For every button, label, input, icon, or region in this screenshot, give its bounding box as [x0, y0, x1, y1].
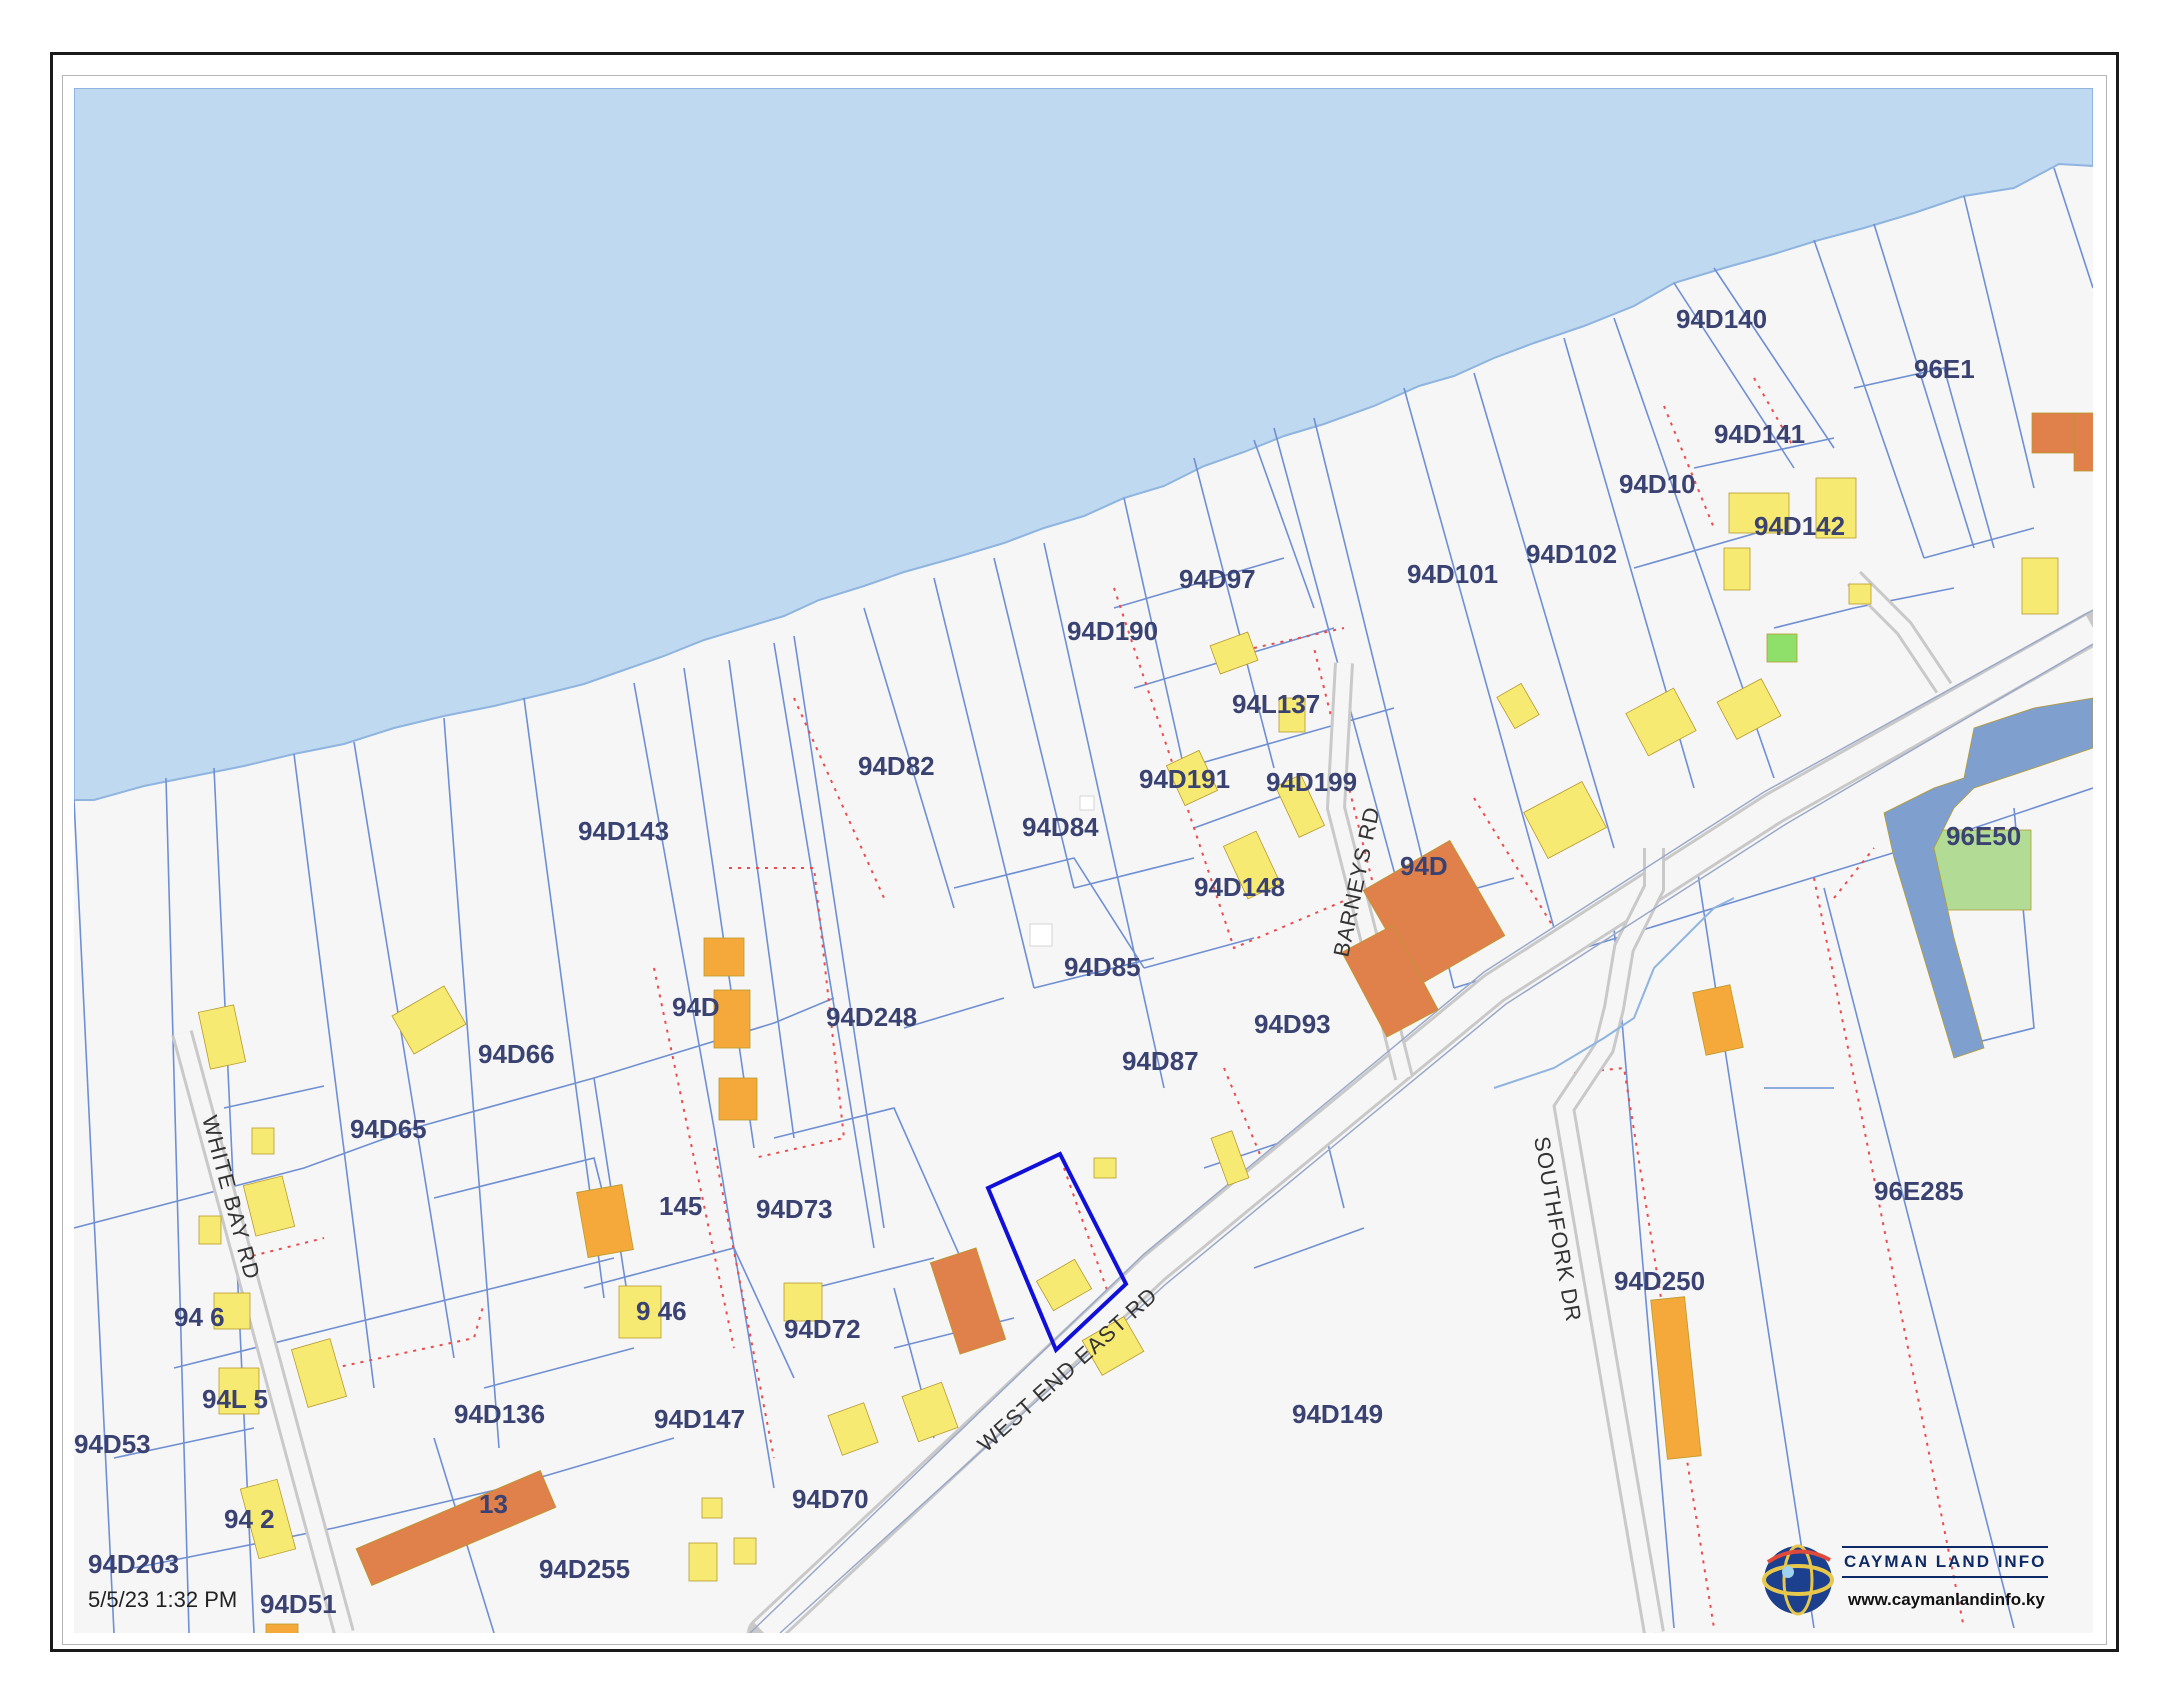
- globe-icon: [1762, 1544, 1834, 1616]
- parcel-label: 94D66: [478, 1039, 555, 1069]
- parcel-label: 94D250: [1614, 1266, 1705, 1296]
- building: [251, 1127, 275, 1155]
- building: [2021, 557, 2059, 615]
- parcel-label: 94D10: [1619, 469, 1696, 499]
- parcel-label: 94 2: [224, 1504, 275, 1534]
- building: [688, 1542, 718, 1582]
- parcel-map[interactable]: 94D140 96E1 94D141 94D10 94D142 94D102 9…: [74, 88, 2093, 1633]
- parcel-label: 94D70: [792, 1484, 869, 1514]
- building: [576, 1184, 634, 1258]
- parcel-label: 94D: [672, 992, 720, 1022]
- parcel-label: 94D142: [1754, 511, 1845, 541]
- building: [1766, 633, 1798, 663]
- building: [1210, 1130, 1250, 1186]
- building: [701, 1497, 723, 1519]
- parcel-label: 94D190: [1067, 616, 1158, 646]
- building: [929, 1247, 1007, 1355]
- parcel-label: 94D102: [1526, 539, 1617, 569]
- building: [1650, 1296, 1702, 1460]
- west-end-east-rd: [747, 611, 2093, 1633]
- roads: [171, 570, 2093, 1633]
- parcel-label: 94D148: [1194, 872, 1285, 902]
- building: [197, 1004, 247, 1070]
- building: [1716, 678, 1782, 740]
- parcel-label: 94D149: [1292, 1399, 1383, 1429]
- parcel-label: 94D84: [1022, 812, 1099, 842]
- parcel-label: 94D93: [1254, 1009, 1331, 1039]
- building: [733, 1537, 757, 1565]
- building: [1848, 583, 1872, 605]
- cayman-land-info-logo[interactable]: CAYMAN LAND INFO www.caymanlandinfo.ky: [1758, 1532, 2088, 1624]
- parcel-label: 13: [479, 1489, 508, 1519]
- parcel-label: 9 46: [636, 1296, 687, 1326]
- parcel-label: 94D140: [1676, 304, 1767, 334]
- building: [718, 1077, 758, 1121]
- building: [198, 1215, 222, 1245]
- parcel-label: 94L 5: [202, 1384, 268, 1414]
- parcel-label: 94D147: [654, 1404, 745, 1434]
- building: [1692, 984, 1744, 1056]
- parcel-label: 94D73: [756, 1194, 833, 1224]
- building: [1496, 682, 1540, 730]
- logo-url[interactable]: www.caymanlandinfo.ky: [1848, 1590, 2045, 1610]
- parcel-label: 94D82: [858, 751, 935, 781]
- parcel-label: 96E1: [1914, 354, 1975, 384]
- parcel-label: 94D53: [74, 1429, 151, 1459]
- logo-name: CAYMAN LAND INFO: [1842, 1546, 2049, 1578]
- parcel-label: 94D203: [88, 1549, 179, 1579]
- building: [827, 1402, 879, 1456]
- building: [291, 1338, 347, 1408]
- parcel-label: 94D143: [578, 816, 669, 846]
- parcel-label: 94D136: [454, 1399, 545, 1429]
- building: [1723, 547, 1751, 591]
- parcel-label: 94D51: [260, 1589, 337, 1619]
- parcel-label: 94D101: [1407, 559, 1498, 589]
- parcel-label: 94D87: [1122, 1046, 1199, 1076]
- parcel-label: 96E50: [1946, 821, 2021, 851]
- road-label-west-end-east: WEST END EAST RD: [973, 1282, 1163, 1456]
- parcel-label: 94D191: [1139, 764, 1230, 794]
- parcel-label: 94 6: [174, 1302, 225, 1332]
- parcel-label: 96E285: [1874, 1176, 1964, 1206]
- building: [1093, 1157, 1117, 1179]
- building: [2073, 412, 2093, 472]
- parcel-label: 94D: [1400, 851, 1448, 881]
- parcel-label: 145: [659, 1191, 702, 1221]
- building: [2031, 412, 2075, 454]
- parcel-label: 94D199: [1266, 767, 1357, 797]
- map-canvas: 94D140 96E1 94D141 94D10 94D142 94D102 9…: [74, 88, 2093, 1633]
- parcel-label: 94D255: [539, 1554, 630, 1584]
- print-timestamp: 5/5/23 1:32 PM: [88, 1587, 238, 1612]
- parcel-label: 94D85: [1064, 952, 1141, 982]
- parcel-label: 94L137: [1232, 689, 1320, 719]
- building: [355, 1469, 557, 1587]
- building: [703, 937, 745, 977]
- building: [265, 1623, 299, 1633]
- building: [1625, 687, 1697, 757]
- building: [1523, 781, 1607, 859]
- building: [1035, 1258, 1093, 1312]
- parcel-label: 94D97: [1179, 564, 1256, 594]
- building: [1079, 795, 1095, 811]
- building: [1209, 631, 1259, 675]
- parcel-label: 94D72: [784, 1314, 861, 1344]
- parcel-label: 94D65: [350, 1114, 427, 1144]
- building: [901, 1381, 959, 1443]
- building: [1029, 923, 1053, 947]
- parcel-label: 94D248: [826, 1002, 917, 1032]
- parcel-label: 94D141: [1714, 419, 1805, 449]
